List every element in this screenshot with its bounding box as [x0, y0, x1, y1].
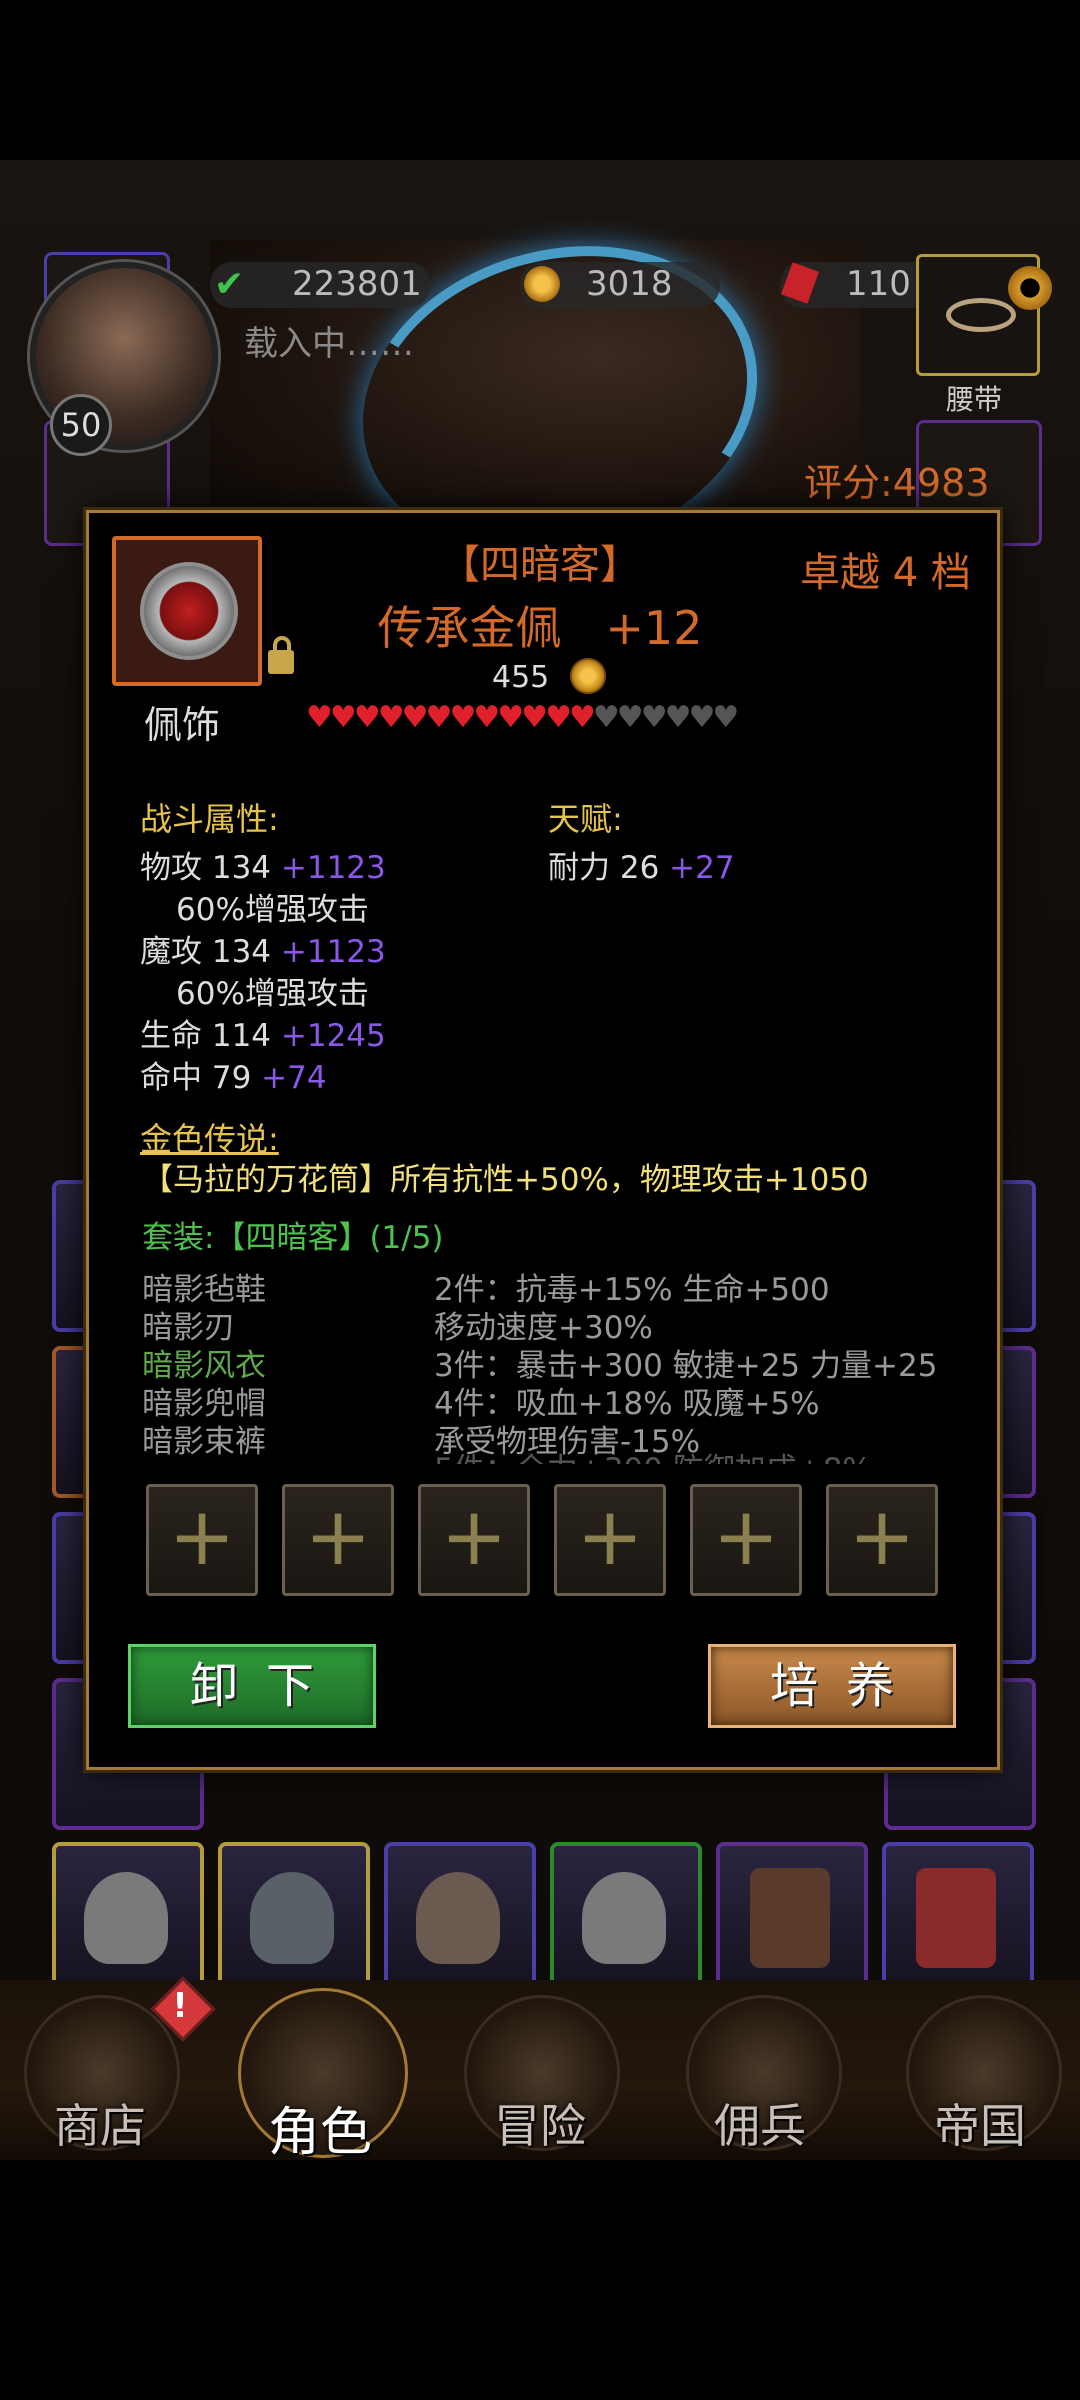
heart-filled-icon: ♥ — [306, 700, 333, 735]
gold-value: 3018 — [586, 264, 673, 304]
plus-icon: + — [440, 1490, 508, 1583]
heart-filled-icon: ♥ — [497, 700, 524, 735]
heart-empty-icon: ♥ — [616, 700, 644, 735]
heart-filled-icon: ♥ — [521, 700, 548, 735]
enhance-hearts: ♥♥♥♥♥♥♥♥♥♥♥♥♥♥♥♥♥♥ — [306, 700, 739, 735]
heart-filled-icon: ♥ — [449, 700, 476, 735]
talent-row: 耐力 26 +27 — [548, 850, 735, 886]
heart-filled-icon: ♥ — [377, 700, 405, 735]
set-title: 套装:【四暗客】(1/5) — [142, 1220, 444, 1256]
shop-alert-text: ! — [172, 1986, 188, 2026]
heart-empty-icon: ♥ — [640, 700, 668, 735]
loading-text: 载入中…… — [244, 324, 414, 364]
item-enhance-level: +12 — [605, 601, 703, 655]
plus-icon: + — [168, 1490, 236, 1583]
gem-slot[interactable]: + — [146, 1484, 258, 1596]
player-level-badge: 50 — [50, 394, 112, 456]
item-price: 455 — [492, 660, 550, 695]
inventory-slot[interactable] — [882, 1842, 1034, 1994]
talent-title: 天赋: — [548, 800, 623, 838]
heart-filled-icon: ♥ — [545, 700, 572, 735]
item-grade: 卓越 4 档 — [800, 550, 971, 596]
heart-filled-icon: ♥ — [473, 700, 500, 735]
inventory-slot[interactable] — [550, 1842, 702, 1994]
inventory-slot[interactable] — [384, 1842, 536, 1994]
unequip-button-label: 卸下 — [189, 1658, 342, 1714]
train-button-label: 培养 — [769, 1658, 922, 1714]
stat-row: 生命 114 +1245 — [140, 1018, 386, 1054]
crystal-value: 110 — [846, 264, 911, 304]
heart-empty-icon: ♥ — [688, 700, 716, 735]
nav-shop-label[interactable]: 商店 — [0, 2090, 200, 2156]
combat-stats-title: 战斗属性: — [140, 800, 279, 838]
gold-coin-icon — [524, 266, 560, 302]
belt-icon — [946, 298, 1016, 332]
gear-icon[interactable] — [1008, 266, 1052, 310]
plus-icon: + — [304, 1490, 372, 1583]
gems-value: 223801 — [292, 264, 422, 304]
heart-empty-icon: ♥ — [592, 700, 620, 735]
helmet-icon — [416, 1872, 500, 1964]
heart-filled-icon: ♥ — [329, 700, 357, 735]
helmet-icon — [84, 1872, 168, 1964]
nav-character-label[interactable]: 角色 — [220, 2090, 420, 2165]
set-piece: 暗影束裤 — [142, 1424, 266, 1460]
item-title: 传承金佩 +12 — [0, 592, 1080, 658]
nav-empire-label[interactable]: 帝国 — [880, 2090, 1080, 2156]
item-name: 传承金佩 — [377, 601, 562, 655]
heart-filled-icon: ♥ — [353, 700, 381, 735]
gem-slot[interactable]: + — [826, 1484, 938, 1596]
heart-filled-icon: ♥ — [425, 700, 453, 735]
legendary-effect: 【马拉的万花筒】所有抗性+50%，物理攻击+1050 — [142, 1162, 869, 1198]
inventory-slot[interactable] — [218, 1842, 370, 1994]
armor-icon — [750, 1868, 830, 1968]
armor-icon — [916, 1868, 996, 1968]
stat-row: 60%增强攻击 — [176, 892, 369, 928]
train-button[interactable]: 培养 — [708, 1644, 956, 1728]
stat-row: 物攻 134 +1123 — [140, 850, 386, 886]
item-slot-type: 佩饰 — [144, 703, 221, 747]
plus-icon: + — [848, 1490, 916, 1583]
inventory-slot[interactable] — [52, 1842, 204, 1994]
helmet-icon — [582, 1872, 666, 1964]
gem-slot[interactable]: + — [690, 1484, 802, 1596]
stat-row: 魔攻 134 +1123 — [140, 934, 386, 970]
score-label: 评分:4983 — [804, 461, 990, 505]
belt-slot-label: 腰带 — [946, 383, 1003, 416]
plus-icon: + — [712, 1490, 780, 1583]
set-bonus-cutoff: 5件：全力+300 防御加成+8% — [434, 1444, 872, 1464]
heart-empty-icon: ♥ — [712, 700, 739, 735]
gem-icon: ✔ — [214, 264, 245, 305]
stat-row: 60%增强攻击 — [176, 976, 369, 1012]
unequip-button[interactable]: 卸下 — [128, 1644, 376, 1728]
inventory-slot[interactable] — [716, 1842, 868, 1994]
gem-slot[interactable]: + — [282, 1484, 394, 1596]
nav-adventure-label[interactable]: 冒险 — [440, 2090, 640, 2156]
heart-empty-icon: ♥ — [664, 700, 692, 735]
helmet-icon — [250, 1872, 334, 1964]
gold-coin-icon — [570, 658, 606, 694]
nav-mercenary-label[interactable]: 佣兵 — [660, 2090, 860, 2156]
heart-filled-icon: ♥ — [401, 700, 429, 735]
gem-slot[interactable]: + — [554, 1484, 666, 1596]
plus-icon: + — [576, 1490, 644, 1583]
gem-slot[interactable]: + — [418, 1484, 530, 1596]
heart-filled-icon: ♥ — [568, 700, 596, 735]
stat-row: 命中 79 +74 — [140, 1060, 327, 1096]
